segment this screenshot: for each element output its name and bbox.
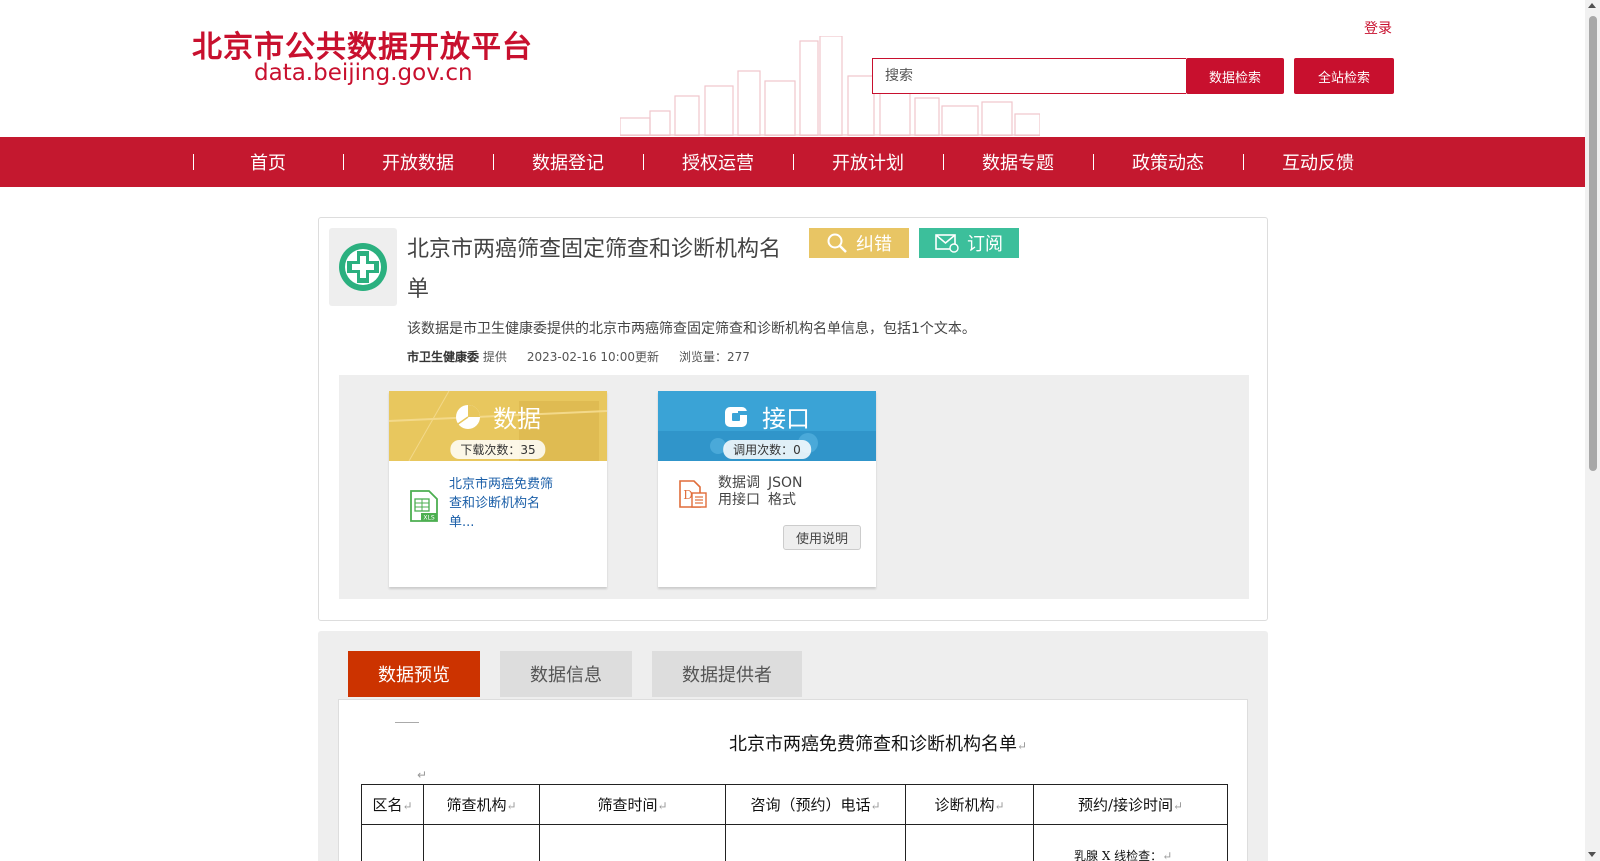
page: 北京市公共数据开放平台 data.beijing.gov.cn 登录 数据检索 … (0, 0, 1600, 861)
table-cell (361, 824, 424, 861)
page-scrollbar[interactable] (1585, 0, 1600, 861)
table-header-cell: 咨询（预约）电话↵ (725, 784, 906, 825)
paragraph-mark-icon: ↵ (870, 799, 881, 813)
correct-label: 纠错 (856, 234, 892, 255)
paragraph-mark-icon: ↵ (994, 799, 1005, 813)
mail-icon (935, 234, 959, 253)
data-resource-card: 数据 下载次数：35 XLS 北京市两癌免费筛查和诊断机构名单... (389, 391, 607, 587)
col-phone: 咨询（预约）电话 (750, 796, 871, 814)
correct-button[interactable]: 纠错 (809, 228, 909, 258)
table-header-cell: 诊断机构↵ (905, 784, 1034, 825)
updated-time: 2023-02-16 10:00更新 (526, 350, 659, 364)
xls-file-icon: XLS (410, 490, 438, 522)
download-count: 下载次数：35 (450, 440, 546, 459)
scrollbar-thumb[interactable] (1589, 16, 1597, 471)
preview-section: 数据预览 数据信息 数据提供者 北京市两癌免费筛查和诊断机构名单↵ ↵ 区名↵ … (318, 631, 1268, 861)
paragraph-mark-icon: ↵ (506, 799, 517, 813)
doc-title: 北京市两癌免费筛查和诊断机构名单↵ (729, 730, 1027, 756)
table-cell (905, 824, 1034, 861)
provider-info: 市卫生健康委 提供 (407, 348, 507, 365)
nav-item-open-data[interactable]: 开放数据 (343, 137, 493, 187)
col-diagnosis-org: 诊断机构 (934, 796, 995, 814)
data-file-link[interactable]: 北京市两癌免费筛查和诊断机构名单... (449, 475, 559, 532)
nav-item-policy-news[interactable]: 政策动态 (1093, 137, 1243, 187)
data-search-button[interactable]: 数据检索 (1186, 58, 1284, 94)
nav-item-data-registration[interactable]: 数据登记 (493, 137, 643, 187)
doc-table: 区名↵ 筛查机构↵ 筛查时间↵ 咨询（预约）电话↵ 诊断机构↵ 预约/接诊时间↵… (361, 784, 1228, 861)
usage-instructions-button[interactable]: 使用说明 (783, 525, 861, 550)
col-screening-org: 筛查机构 (446, 796, 507, 814)
tab-data-preview[interactable]: 数据预览 (348, 651, 480, 697)
data-banner: 数据 下载次数：35 (389, 391, 607, 461)
table-cell (423, 824, 540, 861)
tab-data-info[interactable]: 数据信息 (500, 651, 632, 697)
table-cell (539, 824, 726, 861)
nav-item-authorized-operation[interactable]: 授权运营 (643, 137, 793, 187)
api-label: 接口 (762, 405, 810, 433)
paragraph-mark-icon: ↵ (1173, 799, 1184, 813)
provider-name[interactable]: 市卫生健康委 (407, 350, 479, 364)
api-icon (725, 406, 748, 427)
dataset-meta: 市卫生健康委 提供 2023-02-16 10:00更新 浏览量：277 (407, 348, 750, 365)
doc-title-text: 北京市两癌免费筛查和诊断机构名单 (729, 734, 1017, 755)
nav-item-feedback[interactable]: 互动反馈 (1243, 137, 1393, 187)
data-banner-label: 数据 (389, 399, 607, 434)
paragraph-mark-icon: ↵ (1162, 849, 1173, 861)
svg-text:XLS: XLS (423, 515, 434, 522)
site-domain: data.beijing.gov.cn (254, 60, 473, 86)
medical-cross-icon (339, 243, 387, 291)
partial-cell-text: 乳腺 X 线检查： (1074, 849, 1163, 861)
header: 北京市公共数据开放平台 data.beijing.gov.cn 登录 数据检索 … (0, 0, 1585, 136)
table-header-cell: 区名↵ (361, 784, 424, 825)
api-banner-label: 接口 (658, 399, 876, 434)
data-label: 数据 (493, 405, 541, 433)
tab-data-provider[interactable]: 数据提供者 (652, 651, 802, 697)
paragraph-mark-icon: ↵ (417, 768, 428, 782)
table-cell: 乳腺 X 线检查：↵ (1033, 824, 1228, 861)
resource-area: 数据 下载次数：35 XLS 北京市两癌免费筛查和诊断机构名单... 接口 调用… (339, 375, 1249, 599)
dataset-card: 北京市两癌筛查固定筛查和诊断机构名单 纠错 订阅 该数据是市卫生健康委提供的北京… (318, 217, 1268, 621)
dataset-title: 北京市两癌筛查固定筛查和诊断机构名单 (407, 237, 782, 302)
doc-header-mark (395, 722, 419, 723)
search-input[interactable] (872, 58, 1186, 94)
table-header-cell: 筛查机构↵ (423, 784, 540, 825)
subscribe-label: 订阅 (967, 234, 1003, 255)
document-preview: 北京市两癌免费筛查和诊断机构名单↵ ↵ 区名↵ 筛查机构↵ 筛查时间↵ 咨询（预… (338, 699, 1248, 861)
api-name: 数据调用接口 (718, 475, 760, 508)
view-count: 浏览量：277 (679, 350, 750, 364)
call-count: 调用次数：0 (723, 440, 811, 459)
api-banner: 接口 调用次数：0 (658, 391, 876, 461)
provider-suffix: 提供 (482, 350, 507, 364)
table-header-cell: 预约/接诊时间↵ (1033, 784, 1228, 825)
paragraph-mark-icon: ↵ (657, 799, 668, 813)
scroll-down-arrow-icon[interactable] (1588, 852, 1596, 857)
table-cell (725, 824, 906, 861)
col-district: 区名 (372, 796, 403, 814)
pie-chart-icon (456, 404, 480, 429)
dataset-icon-box (329, 228, 397, 306)
nav-item-home[interactable]: 首页 (193, 137, 343, 187)
col-appointment-time: 预约/接诊时间 (1077, 796, 1173, 814)
api-resource-card: 接口 调用次数：0 D 数据调用接口 JSON格式 使用说明 (658, 391, 876, 587)
site-search-button[interactable]: 全站检索 (1294, 58, 1394, 94)
table-header-cell: 筛查时间↵ (539, 784, 726, 825)
api-format: JSON格式 (768, 475, 803, 508)
dataset-description: 该数据是市卫生健康委提供的北京市两癌筛查固定筛查和诊断机构名单信息，包括1个文本… (407, 321, 976, 337)
paragraph-mark-icon: ↵ (1017, 739, 1028, 753)
col-screening-time: 筛查时间 (597, 796, 658, 814)
subscribe-button[interactable]: 订阅 (919, 228, 1019, 258)
table-header-row: 区名↵ 筛查机构↵ 筛查时间↵ 咨询（预约）电话↵ 诊断机构↵ 预约/接诊时间↵ (361, 784, 1228, 825)
scroll-up-arrow-icon[interactable] (1588, 3, 1596, 8)
table-row: 乳腺 X 线检查：↵ (361, 824, 1228, 861)
nav-item-open-plan[interactable]: 开放计划 (793, 137, 943, 187)
main-nav: 首页 开放数据 数据登记 授权运营 开放计划 数据专题 政策动态 互动反馈 (0, 137, 1585, 187)
login-link[interactable]: 登录 (1364, 18, 1392, 38)
magnifier-icon (827, 233, 847, 253)
document-api-icon: D (679, 480, 707, 508)
paragraph-mark-icon: ↵ (402, 799, 413, 813)
nav-item-data-topics[interactable]: 数据专题 (943, 137, 1093, 187)
